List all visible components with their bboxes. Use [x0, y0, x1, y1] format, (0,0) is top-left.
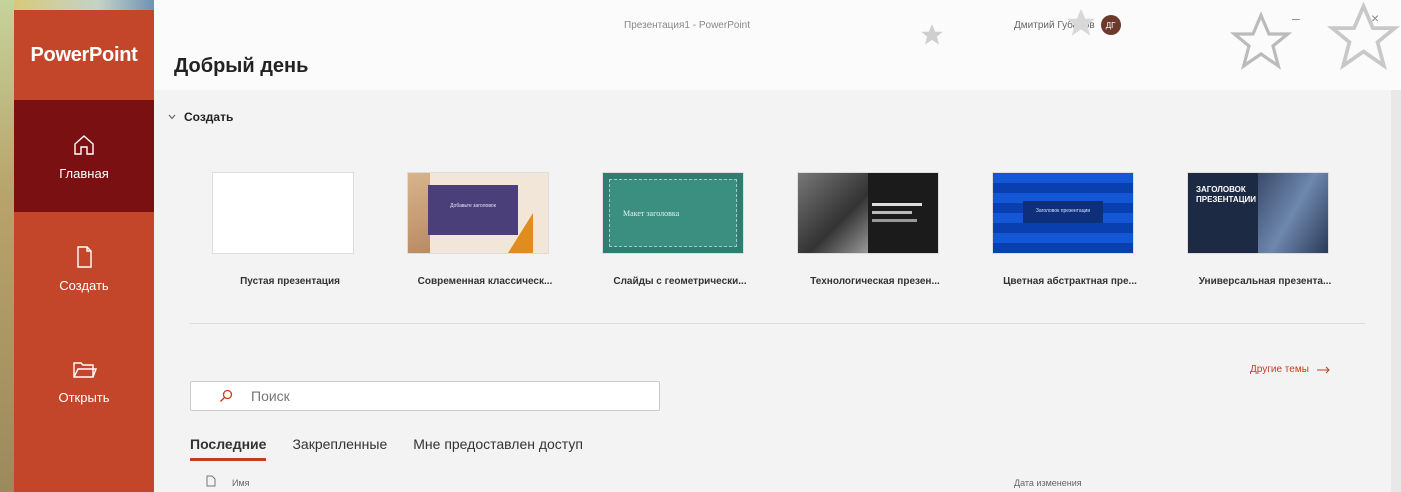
tab-pinned[interactable]: Закрепленные [292, 436, 387, 461]
template-thumbnail [797, 172, 939, 254]
scrollbar[interactable] [1391, 90, 1401, 492]
star-decoration-icon [1326, 1, 1401, 71]
more-themes-link[interactable]: Другие темы [1250, 364, 1331, 375]
nav-home-label: Главная [59, 165, 109, 181]
nav-open-label: Открыть [58, 389, 110, 405]
search-box[interactable] [190, 381, 660, 411]
star-decoration-icon [1066, 8, 1096, 36]
new-file-icon [77, 245, 92, 268]
minimize-icon[interactable]: – [1292, 10, 1300, 26]
template-name: Технологическая презен... [810, 276, 940, 287]
template-thumbnail: Макет заголовка [602, 172, 744, 254]
star-decoration-icon [1229, 11, 1293, 70]
star-decoration-icon [921, 24, 943, 45]
template-thumbnail [212, 172, 354, 254]
column-header-name[interactable]: Имя [232, 478, 250, 488]
search-input[interactable] [249, 387, 653, 405]
template-name: Универсальная презента... [1198, 276, 1332, 287]
template-name: Цветная абстрактная пре... [1003, 276, 1137, 287]
nav-open[interactable]: Открыть [14, 324, 154, 436]
desktop-wallpaper-top [14, 0, 154, 10]
template-name: Современная классическ... [417, 276, 553, 287]
more-themes-label: Другие темы [1250, 364, 1309, 375]
create-section-label: Создать [184, 110, 234, 124]
divider [190, 323, 1365, 324]
nav-home[interactable]: Главная [14, 100, 154, 212]
close-icon[interactable]: × [1371, 10, 1379, 26]
template-thumbnail: Добавьте заголовок [407, 172, 549, 254]
sidebar: PowerPoint Главная Создать Открыть [14, 10, 154, 492]
template-name: Пустая презентация [240, 276, 340, 287]
search-icon [220, 389, 233, 402]
arrow-right-icon [1316, 366, 1330, 373]
page-title: Добрый день [174, 55, 309, 77]
file-tabs: Последние Закрепленные Мне предоставлен … [190, 436, 583, 461]
template-name: Слайды с геометрически... [613, 276, 747, 287]
tab-shared[interactable]: Мне предоставлен доступ [413, 436, 583, 461]
avatar[interactable]: ДГ [1100, 15, 1121, 35]
chevron-down-icon [168, 114, 176, 120]
folder-open-icon [73, 361, 97, 378]
template-thumbnail: Заголовок презентации [992, 172, 1134, 254]
title-bar: Презентация1 - PowerPoint Добрый день Дм… [154, 0, 1401, 90]
column-header-date[interactable]: Дата изменения [1014, 478, 1082, 488]
desktop-wallpaper-edge [0, 0, 14, 492]
tab-recent[interactable]: Последние [190, 436, 267, 461]
template-thumbnail: ЗАГОЛОВОК ПРЕЗЕНТАЦИИ [1187, 172, 1329, 254]
nav-new-label: Создать [59, 277, 109, 293]
file-type-icon [206, 475, 216, 487]
nav-new[interactable]: Создать [14, 212, 154, 324]
home-icon [74, 134, 94, 155]
app-name: PowerPoint [30, 43, 138, 66]
window-title: Презентация1 - PowerPoint [624, 20, 750, 31]
create-section-toggle[interactable]: Создать [168, 110, 233, 124]
